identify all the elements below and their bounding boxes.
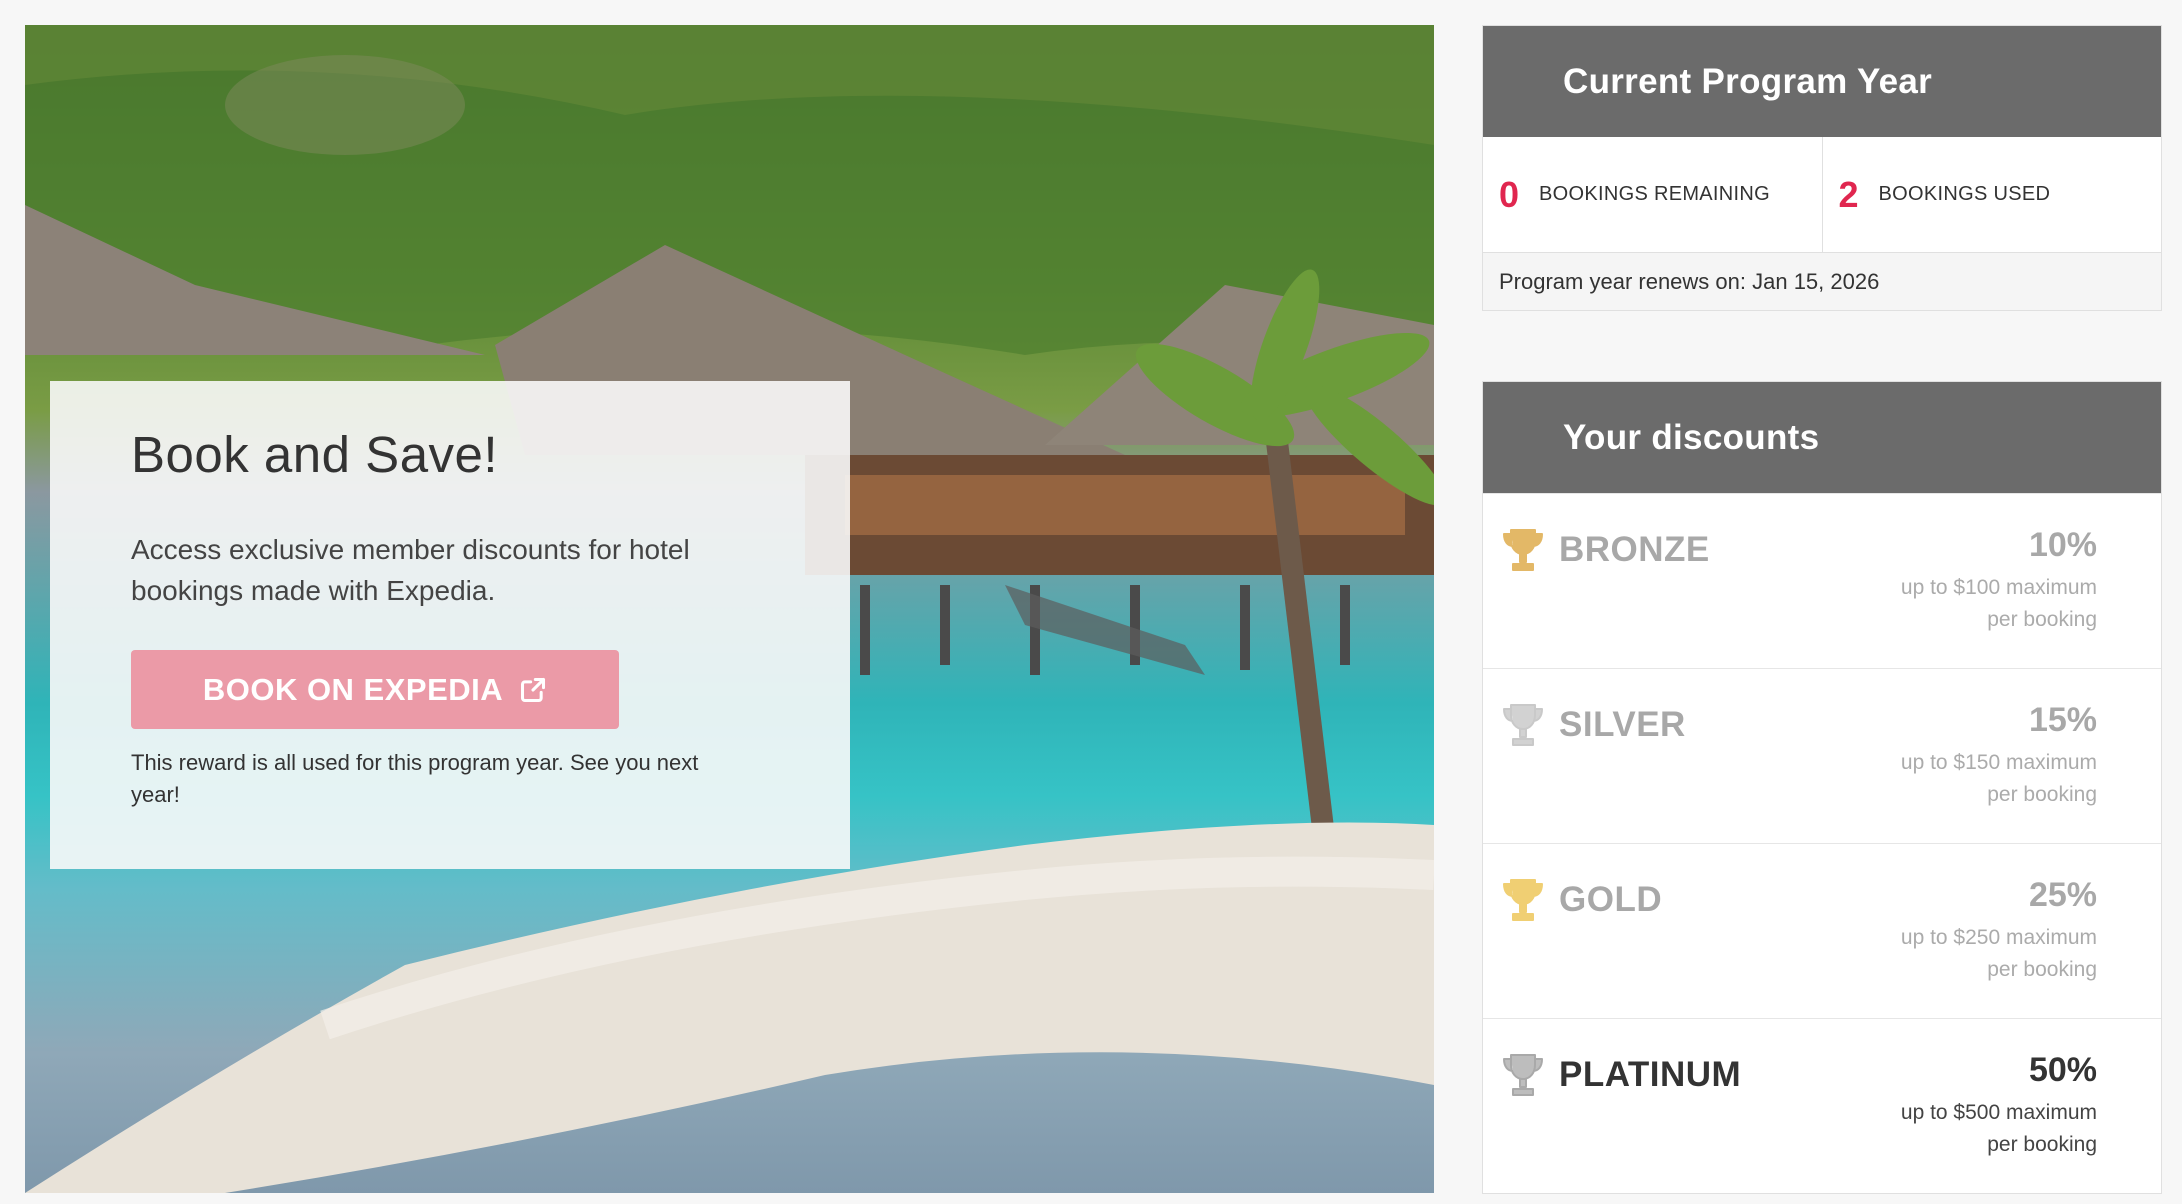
- tier-name: BRONZE: [1559, 530, 1710, 569]
- renew-date-text: Program year renews on: Jan 15, 2026: [1483, 253, 2161, 310]
- trophy-icon: [1503, 529, 1543, 571]
- tier-name: SILVER: [1559, 705, 1686, 744]
- book-button-label: BOOK ON EXPEDIA: [202, 671, 504, 707]
- tier-per-booking: per booking: [1987, 1133, 2097, 1156]
- hero-image: Book and Save! Access exclusive member d…: [25, 25, 1434, 1193]
- tier-description: up to $100 maximum per booking: [1837, 572, 2097, 636]
- tier-gold: GOLD 25% up to $250 maximum per booking: [1483, 843, 2161, 1018]
- tier-percent: 10%: [2028, 526, 2097, 564]
- bookings-used-value: 2: [1838, 173, 1859, 215]
- tier-limit: up to $150 maximum: [1900, 751, 2097, 774]
- discounts-panel: Your discounts BRONZE 10% up to $100 max…: [1482, 381, 2162, 1194]
- tier-limit: up to $250 maximum: [1900, 926, 2097, 949]
- bookings-used-label: BOOKINGS USED: [1878, 183, 2051, 205]
- tier-name: GOLD: [1559, 880, 1663, 919]
- tier-platinum: PLATINUM 50% up to $500 maximum per book…: [1483, 1018, 2161, 1193]
- external-link-icon: [521, 677, 546, 702]
- book-on-expedia-button[interactable]: BOOK ON EXPEDIA: [131, 650, 619, 730]
- booking-stats: 0 BOOKINGS REMAINING 2 BOOKINGS USED: [1483, 137, 2161, 253]
- bookings-remaining-value: 0: [1499, 173, 1520, 215]
- trophy-icon: [1503, 1054, 1543, 1096]
- tier-limit: up to $500 maximum: [1900, 1101, 2097, 1124]
- trophy-icon: [1503, 879, 1543, 921]
- tier-percent: 25%: [2028, 876, 2097, 914]
- tier-percent: 50%: [2028, 1051, 2097, 1089]
- tier-per-booking: per booking: [1987, 608, 2097, 631]
- tier-description: up to $150 maximum per booking: [1837, 747, 2097, 811]
- program-year-panel: Current Program Year 0 BOOKINGS REMAININ…: [1482, 25, 2162, 311]
- promo-note: This reward is all used for this program…: [131, 750, 699, 808]
- promo-card: Book and Save! Access exclusive member d…: [50, 381, 850, 869]
- program-year-title: Current Program Year: [1483, 26, 2161, 137]
- tier-silver: SILVER 15% up to $150 maximum per bookin…: [1483, 668, 2161, 843]
- bookings-remaining-label: BOOKINGS REMAINING: [1539, 183, 1770, 205]
- tier-description: up to $500 maximum per booking: [1837, 1097, 2097, 1161]
- trophy-icon: [1503, 704, 1543, 746]
- discounts-title: Your discounts: [1483, 382, 2161, 493]
- promo-description: Access exclusive member discounts for ho…: [131, 534, 690, 607]
- tier-percent: 15%: [2028, 701, 2097, 739]
- tier-limit: up to $100 maximum: [1900, 576, 2097, 599]
- bookings-used-stat: 2 BOOKINGS USED: [1821, 137, 2162, 252]
- tier-bronze: BRONZE 10% up to $100 maximum per bookin…: [1483, 493, 2161, 668]
- bookings-remaining-stat: 0 BOOKINGS REMAINING: [1483, 137, 1822, 252]
- tier-name: PLATINUM: [1559, 1055, 1742, 1094]
- promo-title: Book and Save!: [131, 426, 499, 483]
- tier-description: up to $250 maximum per booking: [1837, 922, 2097, 986]
- tier-per-booking: per booking: [1987, 958, 2097, 981]
- tier-per-booking: per booking: [1987, 783, 2097, 806]
